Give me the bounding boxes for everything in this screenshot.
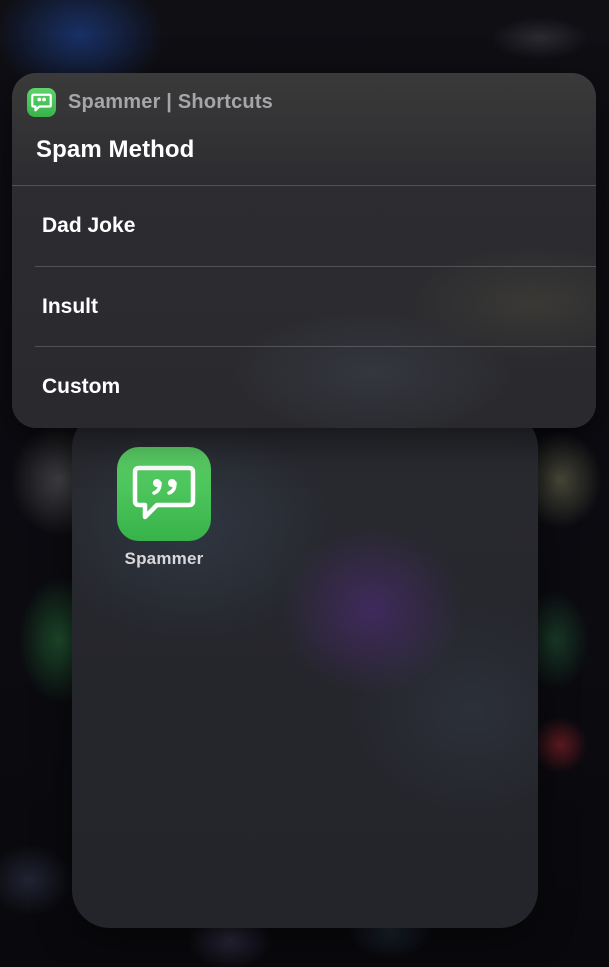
menu-item-insult[interactable]: Insult [12,267,596,347]
menu-item-label: Custom [42,375,121,398]
menu-item-custom[interactable]: Custom [12,347,596,427]
spammer-header-icon [27,88,56,117]
shortcuts-menu: Spammer | Shortcuts Spam Method Dad Joke… [12,73,596,428]
menu-title: Spam Method [36,136,195,163]
menu-item-label: Insult [42,295,98,318]
menu-item-label: Dad Joke [42,214,136,237]
quote-bubble-icon [132,465,196,520]
spammer-app-label: Spammer [124,549,204,568]
quote-bubble-icon [31,93,52,111]
spammer-app-tile[interactable]: Spammer [117,447,211,568]
app-preview-card: Spammer [72,410,538,928]
home-screen: Spammer Spammer | Shortcuts Spam Method … [0,0,609,967]
menu-header: Spammer | Shortcuts Spam Method [12,73,596,185]
menu-item-dad-joke[interactable]: Dad Joke [12,186,596,266]
spammer-app-icon[interactable] [117,447,211,541]
menu-app-name: Spammer | Shortcuts [68,91,274,113]
